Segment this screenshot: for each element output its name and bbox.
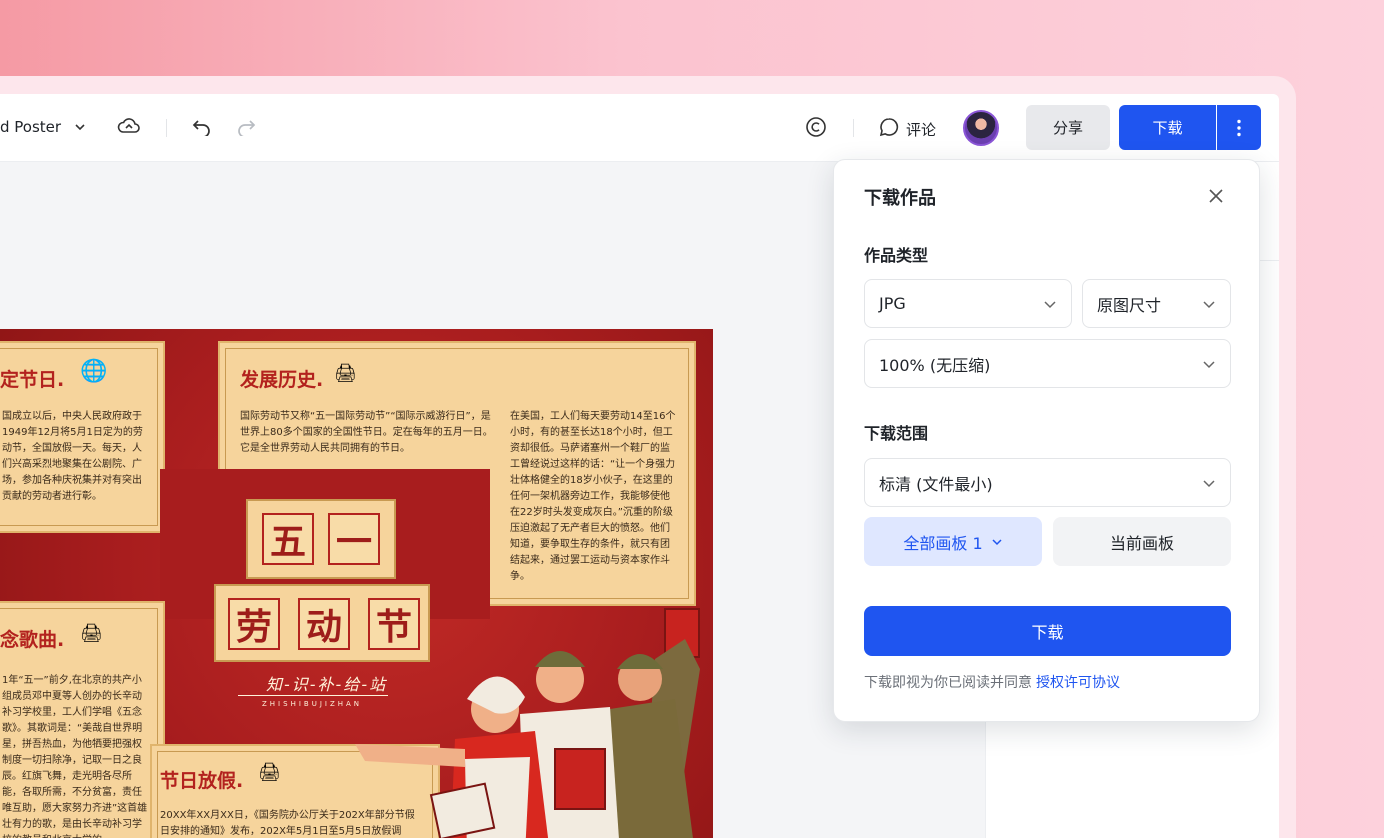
more-vertical-icon: [1237, 119, 1241, 136]
chevron-down-icon: [1044, 301, 1056, 309]
top-toolbar: d Poster 评论 分享 下载: [0, 94, 1279, 162]
card-title: 定节日.: [0, 369, 65, 391]
card-title: 发展历史.: [240, 369, 324, 391]
cloud-sync-icon[interactable]: [115, 113, 143, 141]
agreement-notice: 下载即视为你已阅读并同意 授权许可协议: [864, 672, 1120, 692]
size-select[interactable]: 原图尺寸: [1082, 279, 1231, 328]
card-text: 在美国，工人们每天要劳动14至16个小时，有的甚至长达18个小时，但工资却很低。…: [510, 411, 676, 582]
comment-label: 评论: [906, 120, 937, 139]
type-section-label: 作品类型: [864, 246, 929, 265]
range-section-label: 下载范围: [864, 424, 929, 443]
download-button[interactable]: 下载: [1119, 105, 1216, 150]
title-chevron-down-icon[interactable]: [66, 113, 94, 141]
poster-card-holiday: 定节日. 🌐 国成立以后，中央人民政府政于1949年12月将5月1日定为的劳动节…: [0, 341, 165, 533]
chevron-down-icon: [1203, 480, 1215, 488]
toolbar-divider: [853, 119, 854, 137]
all-pages-label: 全部画板 1: [903, 533, 983, 553]
poster-subtitle-en: ZHISHIBUJIZHAN: [262, 700, 363, 708]
poster-canvas[interactable]: 定节日. 🌐 国成立以后，中央人民政府政于1949年12月将5月1日定为的劳动节…: [0, 329, 713, 838]
title-glyph: 动: [298, 598, 350, 650]
quality-select[interactable]: 100% (无压缩): [864, 339, 1231, 388]
card-title: 节日放假.: [160, 770, 244, 792]
editor-window: d Poster 评论 分享 下载 定节日. 🌐 国成立以后，中央人民政府政于1…: [0, 94, 1279, 838]
confirm-download-button[interactable]: 下载: [864, 606, 1231, 656]
poster-title-box: 五 一: [246, 499, 396, 579]
resolution-value: 标清 (文件最小): [879, 474, 993, 494]
download-panel-title: 下载作品: [864, 188, 936, 209]
comment-button[interactable]: 评论: [878, 116, 936, 142]
copyright-icon[interactable]: [802, 113, 830, 141]
redo-icon[interactable]: [232, 113, 260, 141]
quality-value: 100% (无压缩): [879, 355, 991, 375]
card-text: 国成立以后，中央人民政府政于1949年12月将5月1日定为的劳动节，全国放假一天…: [2, 411, 143, 502]
title-glyph: 一: [328, 513, 380, 565]
chevron-down-icon: [1203, 301, 1215, 309]
chevron-down-icon: [1203, 361, 1215, 369]
user-avatar[interactable]: [963, 110, 999, 146]
toolbar-divider: [166, 119, 167, 137]
poster-card-song: 念歌曲. 🖨 1年“五一”前夕,在北京的共产小组成员邓中夏等人创办的长辛动补习学…: [0, 601, 165, 838]
agreement-text: 下载即视为你已阅读并同意: [864, 675, 1032, 691]
download-panel: 下载作品 作品类型 JPG 原图尺寸 100% (无压缩) 下载范围 标清 (文…: [833, 159, 1260, 722]
typewriter-icon: 🖨: [334, 363, 357, 384]
current-page-option[interactable]: 当前画板: [1053, 517, 1231, 566]
download-more-button[interactable]: [1217, 105, 1261, 150]
size-value: 原图尺寸: [1097, 295, 1162, 315]
share-button[interactable]: 分享: [1026, 105, 1110, 150]
license-agreement-link[interactable]: 授权许可协议: [1036, 675, 1120, 691]
format-value: JPG: [879, 294, 906, 313]
chevron-down-icon: [992, 538, 1002, 545]
card-text: 1年“五一”前夕,在北京的共产小组成员邓中夏等人创办的长辛动补习学校里，工人们学…: [2, 675, 148, 838]
globe-icon: 🌐: [80, 359, 108, 384]
card-title: 念歌曲.: [0, 629, 65, 651]
close-icon[interactable]: [1202, 182, 1230, 210]
comment-icon: [878, 116, 900, 142]
card-text: 国际劳动节又称“五一国际劳动节”“国际示威游行日”，是世界上80多个国家的全国性…: [240, 411, 493, 454]
all-pages-option[interactable]: 全部画板 1: [864, 517, 1042, 566]
format-select[interactable]: JPG: [864, 279, 1072, 328]
document-title[interactable]: d Poster: [0, 118, 61, 136]
undo-icon[interactable]: [188, 113, 216, 141]
resolution-select[interactable]: 标清 (文件最小): [864, 458, 1231, 507]
title-glyph: 劳: [228, 598, 280, 650]
workers-illustration: [355, 608, 700, 838]
title-glyph: 五: [262, 513, 314, 565]
typewriter-icon: 🖨: [80, 623, 103, 644]
typewriter-icon: 🖨: [258, 762, 281, 783]
